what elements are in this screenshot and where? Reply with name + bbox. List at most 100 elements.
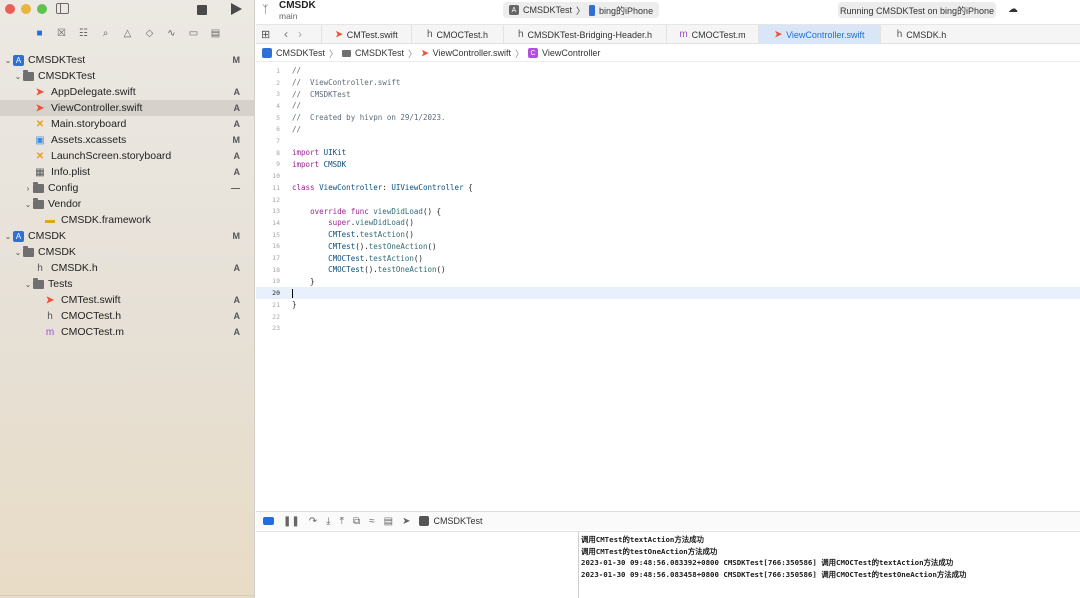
code-line[interactable]: 11 class ViewController: UIViewController… <box>256 182 1080 194</box>
tree-row[interactable]: ⌄ Vendor <box>0 196 255 212</box>
view-hierarchy-icon[interactable]: ⧉ <box>353 516 360 527</box>
breadcrumb-folder[interactable]: CMSDKTest <box>355 48 404 58</box>
chevron-down-icon[interactable]: ⌄ <box>3 56 13 65</box>
line-number[interactable]: 2 <box>256 79 282 87</box>
variables-view[interactable] <box>256 531 578 598</box>
source-editor[interactable]: 1 // 2 // ViewController.swift 3 // CMSDKTest… <box>256 63 1080 510</box>
memory-graph-icon[interactable]: ≈ <box>369 516 375 527</box>
line-number[interactable]: 19 <box>256 277 282 285</box>
tree-row[interactable]: ⌄ CMSDK <box>0 244 255 260</box>
line-number[interactable]: 16 <box>256 242 282 250</box>
step-into-icon[interactable]: ⤓ <box>326 516 330 527</box>
run-button[interactable] <box>231 3 242 15</box>
test-navigator-icon[interactable]: ◇ <box>143 27 156 40</box>
related-items-icon[interactable]: ⊞ <box>261 28 270 41</box>
line-number[interactable]: 12 <box>256 196 282 204</box>
back-arrow-icon[interactable]: ‹ <box>284 27 288 41</box>
code-line[interactable]: 23 <box>256 322 1080 334</box>
code-line[interactable]: 12 <box>256 194 1080 206</box>
line-number[interactable]: 10 <box>256 172 282 180</box>
code-line[interactable]: 10 <box>256 170 1080 182</box>
code-line[interactable]: 4 // <box>256 100 1080 112</box>
code-line[interactable]: 1 // <box>256 65 1080 77</box>
tree-row[interactable]: ▣ Assets.xcassets M <box>0 132 255 148</box>
editor-tab[interactable]: h CMSDKTest-Bridging-Header.h <box>503 25 666 44</box>
toolbar-project-name[interactable]: CMSDK <box>279 0 316 11</box>
breakpoints-toggle-icon[interactable] <box>263 517 274 525</box>
breadcrumb-symbol[interactable]: ViewController <box>542 48 600 58</box>
report-navigator-icon[interactable]: ▤ <box>209 27 222 40</box>
editor-tab[interactable]: ➤ ViewController.swift <box>758 25 880 44</box>
tree-row[interactable]: ⌄ A CMSDKTest M <box>0 52 255 68</box>
line-number[interactable]: 13 <box>256 207 282 215</box>
chevron-down-icon[interactable]: ⌄ <box>3 232 13 241</box>
project-navigator-icon[interactable]: ■ <box>33 27 46 40</box>
environment-overrides-icon[interactable]: ▤ <box>384 516 393 527</box>
tree-row[interactable]: ⌄ Tests <box>0 276 255 292</box>
code-line[interactable]: 20 <box>256 287 1080 299</box>
code-line[interactable]: 2 // ViewController.swift <box>256 77 1080 89</box>
breadcrumb-project[interactable]: CMSDKTest <box>276 48 325 58</box>
line-number[interactable]: 4 <box>256 102 282 110</box>
line-number[interactable]: 21 <box>256 301 282 309</box>
line-number[interactable]: 14 <box>256 219 282 227</box>
tree-row[interactable]: h CMOCTest.h A <box>0 308 255 324</box>
line-number[interactable]: 5 <box>256 114 282 122</box>
line-number[interactable]: 9 <box>256 160 282 168</box>
find-navigator-icon[interactable]: ⌕ <box>99 27 112 40</box>
tree-row[interactable]: ➤ ViewController.swift A <box>0 100 255 116</box>
code-line[interactable]: 14 super.viewDidLoad() <box>256 217 1080 229</box>
code-line[interactable]: 15 CMTest.testAction() <box>256 229 1080 241</box>
tree-row[interactable]: ✕ LaunchScreen.storyboard A <box>0 148 255 164</box>
line-number[interactable]: 8 <box>256 149 282 157</box>
tree-row[interactable]: › Config — <box>0 180 255 196</box>
chevron-down-icon[interactable]: ⌄ <box>23 280 33 289</box>
tree-row[interactable]: h CMSDK.h A <box>0 260 255 276</box>
tree-row[interactable]: ▬ CMSDK.framework <box>0 212 255 228</box>
pause-icon[interactable]: ❚❚ <box>283 516 300 527</box>
chevron-down-icon[interactable]: ⌄ <box>13 248 23 257</box>
code-line[interactable]: 6 // <box>256 124 1080 136</box>
simulate-location-icon[interactable]: ➤ <box>402 516 410 527</box>
editor-tab[interactable]: ➤ CMTest.swift <box>321 25 411 44</box>
tree-row[interactable]: m CMOCTest.m A <box>0 324 255 340</box>
code-line[interactable]: 16 CMTest().testOneAction() <box>256 241 1080 253</box>
line-number[interactable]: 3 <box>256 90 282 98</box>
code-line[interactable]: 22 <box>256 311 1080 323</box>
editor-tab[interactable]: m CMOCTest.m <box>666 25 758 44</box>
console-output[interactable]: 调用CMTest的textAction方法成功 调用CMTest的testOneA… <box>578 531 1080 598</box>
line-number[interactable]: 1 <box>256 67 282 75</box>
line-number[interactable]: 7 <box>256 137 282 145</box>
tree-row[interactable]: ⌄ A CMSDK M <box>0 228 255 244</box>
line-number[interactable]: 18 <box>256 266 282 274</box>
code-line[interactable]: 18 CMOCTest().testOneAction() <box>256 264 1080 276</box>
source-control-navigator-icon[interactable]: ☒ <box>55 27 68 40</box>
breadcrumb-file[interactable]: ViewController.swift <box>433 48 511 58</box>
issue-navigator-icon[interactable]: △ <box>121 27 134 40</box>
stop-button[interactable] <box>197 5 207 15</box>
debug-target-name[interactable]: CMSDKTest <box>433 516 482 526</box>
chevron-right-icon[interactable]: › <box>23 184 33 193</box>
tree-row[interactable]: ✕ Main.storyboard A <box>0 116 255 132</box>
symbol-navigator-icon[interactable]: ☷ <box>77 27 90 40</box>
tree-row[interactable]: ⌄ CMSDKTest <box>0 68 255 84</box>
tree-row[interactable]: ▦ Info.plist A <box>0 164 255 180</box>
code-line[interactable]: 17 CMOCTest.testAction() <box>256 252 1080 264</box>
code-line[interactable]: 5 // Created by hivpn on 29/1/2023. <box>256 112 1080 124</box>
debug-navigator-icon[interactable]: ∿ <box>165 27 178 40</box>
code-line[interactable]: 3 // CMSDKTest <box>256 88 1080 100</box>
line-number[interactable]: 6 <box>256 125 282 133</box>
line-number[interactable]: 20 <box>256 289 282 297</box>
chevron-down-icon[interactable]: ⌄ <box>13 72 23 81</box>
code-line[interactable]: 9 import CMSDK <box>256 159 1080 171</box>
code-line[interactable]: 7 <box>256 135 1080 147</box>
breakpoint-navigator-icon[interactable]: ▭ <box>187 27 200 40</box>
step-out-icon[interactable]: ⤒ <box>340 516 344 527</box>
code-line[interactable]: 19 } <box>256 276 1080 288</box>
step-over-icon[interactable]: ↷ <box>309 516 317 527</box>
line-number[interactable]: 23 <box>256 324 282 332</box>
line-number[interactable]: 22 <box>256 313 282 321</box>
scheme-selector[interactable]: A CMSDKTest 〉 bing的iPhone <box>503 2 660 18</box>
editor-tab[interactable]: h CMOCTest.h <box>411 25 503 44</box>
tree-row[interactable]: ➤ AppDelegate.swift A <box>0 84 255 100</box>
